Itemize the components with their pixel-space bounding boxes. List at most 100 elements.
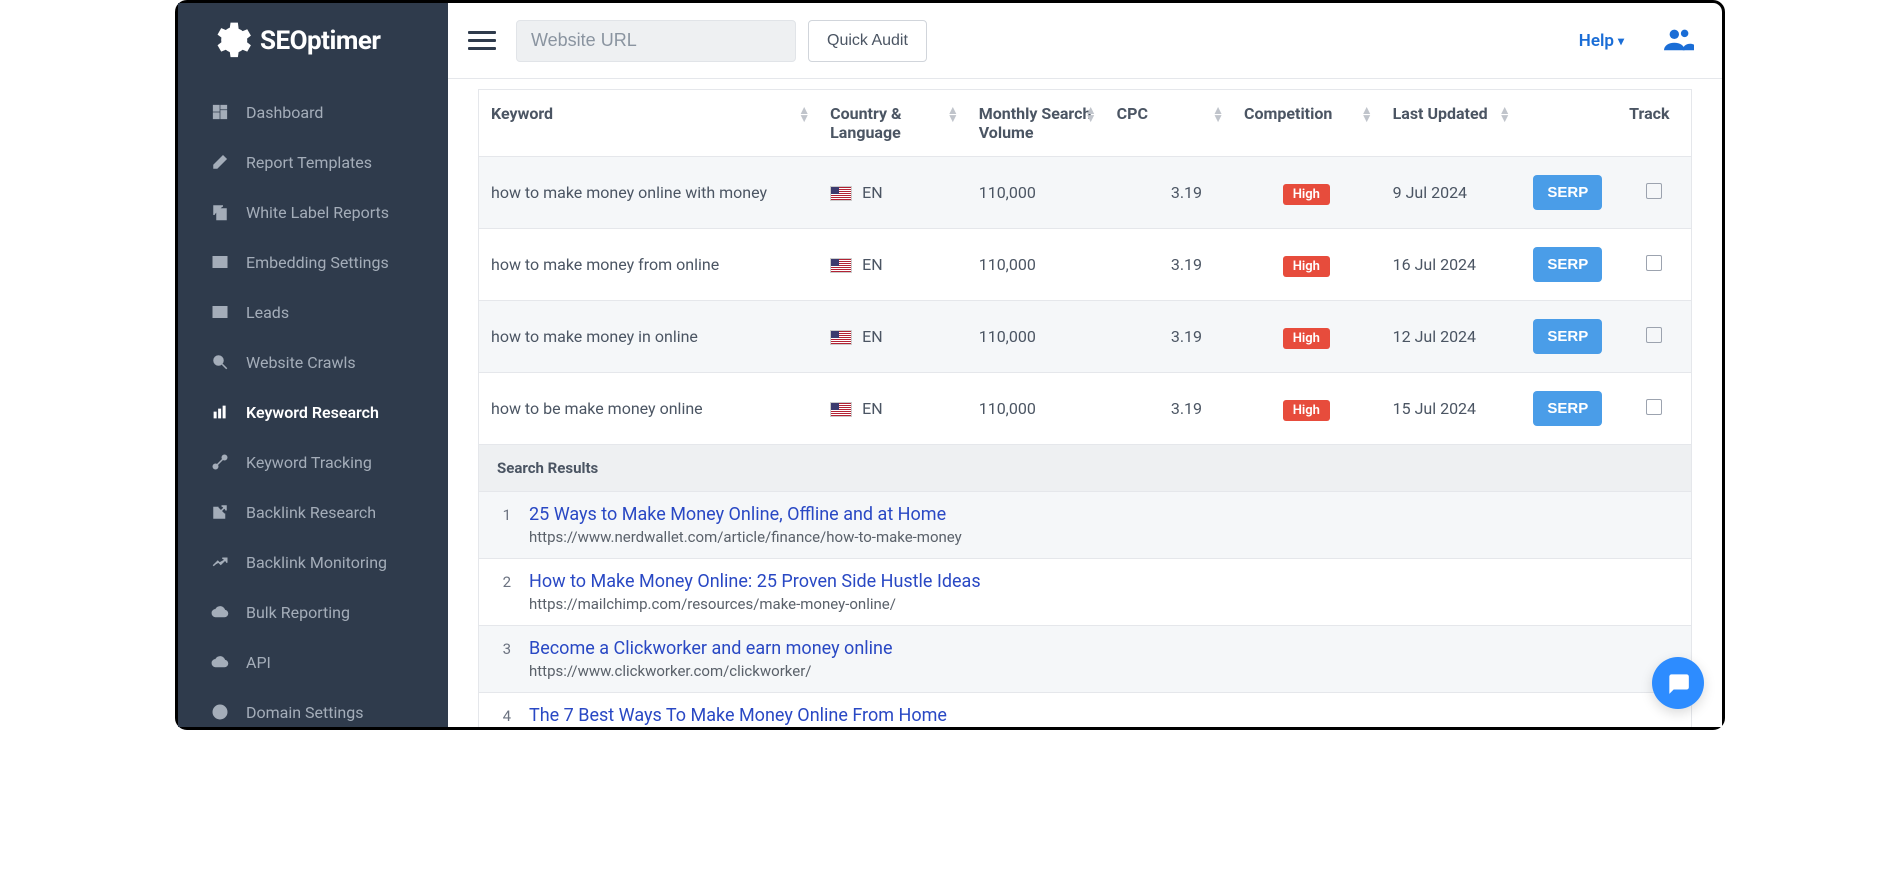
sidebar-item-backlink-monitoring[interactable]: Backlink Monitoring [178, 537, 448, 587]
serp-button[interactable]: SERP [1533, 391, 1602, 426]
search-results-header: Search Results [479, 445, 1691, 491]
track-checkbox[interactable] [1646, 399, 1662, 415]
result-title[interactable]: 25 Ways to Make Money Online, Offline an… [529, 504, 1673, 525]
result-title[interactable]: How to Make Money Online: 25 Proven Side… [529, 571, 1673, 592]
sidebar-item-leads[interactable]: Leads [178, 287, 448, 337]
sort-icon: ▲▼ [1361, 106, 1373, 122]
track-checkbox[interactable] [1646, 183, 1662, 199]
edit-icon [210, 152, 230, 172]
table-row: how to make money in online EN110,0003.1… [479, 301, 1692, 373]
col-country-lang[interactable]: Country & Language▲▼ [818, 90, 967, 157]
website-url-input[interactable] [516, 20, 796, 62]
copy-icon [210, 202, 230, 222]
sidebar-item-label: API [246, 653, 271, 672]
help-dropdown[interactable]: Help [1579, 31, 1624, 51]
sidebar-item-backlink-research[interactable]: Backlink Research [178, 487, 448, 537]
competition-badge: High [1283, 400, 1330, 421]
cloud-icon [210, 602, 230, 622]
competition-badge: High [1283, 256, 1330, 277]
result-url: https://www.nerdwallet.com/article/finan… [529, 528, 1673, 546]
menu-toggle[interactable] [468, 27, 496, 55]
serp-button[interactable]: SERP [1533, 175, 1602, 210]
search-result-item: 2 How to Make Money Online: 25 Proven Sid… [479, 558, 1691, 625]
cell-country-lang: EN [818, 157, 967, 229]
result-number: 4 [497, 705, 511, 727]
cell-updated: 15 Jul 2024 [1381, 373, 1519, 445]
flag-us-icon [830, 258, 852, 273]
table-row: how to make money online with money EN11… [479, 157, 1692, 229]
sidebar-item-label: Backlink Research [246, 503, 376, 522]
serp-button[interactable]: SERP [1533, 247, 1602, 282]
col-volume[interactable]: Monthly Search Volume▲▼ [967, 90, 1105, 157]
globe-icon [210, 702, 230, 722]
cell-keyword: how to be make money online [479, 373, 819, 445]
search-result-item: 4 The 7 Best Ways To Make Money Online Fr… [479, 692, 1691, 727]
sidebar-item-label: Report Templates [246, 153, 372, 172]
sidebar-item-bulk-reporting[interactable]: Bulk Reporting [178, 587, 448, 637]
search-icon [210, 352, 230, 372]
result-url: https://mailchimp.com/resources/make-mon… [529, 595, 1673, 613]
result-title[interactable]: Become a Clickworker and earn money onli… [529, 638, 1673, 659]
cloud-down-icon [210, 652, 230, 672]
sidebar-item-keyword-research[interactable]: Keyword Research [178, 387, 448, 437]
serp-button[interactable]: SERP [1533, 319, 1602, 354]
sidebar-item-report-templates[interactable]: Report Templates [178, 137, 448, 187]
embed-icon [210, 252, 230, 272]
brand-text: SEOptimer [260, 26, 380, 56]
cell-updated: 12 Jul 2024 [1381, 301, 1519, 373]
track-checkbox[interactable] [1646, 327, 1662, 343]
sort-icon: ▲▼ [1212, 106, 1224, 122]
flag-us-icon [830, 186, 852, 201]
result-number: 2 [497, 571, 511, 613]
sidebar-item-dashboard[interactable]: Dashboard [178, 87, 448, 137]
sidebar-item-label: Domain Settings [246, 703, 363, 722]
cell-competition: High [1232, 301, 1381, 373]
quick-audit-button[interactable]: Quick Audit [808, 20, 927, 62]
sidebar-item-embedding-settings[interactable]: Embedding Settings [178, 237, 448, 287]
sidebar-item-label: White Label Reports [246, 203, 389, 222]
sidebar-item-white-label-reports[interactable]: White Label Reports [178, 187, 448, 237]
sidebar-item-label: Leads [246, 303, 289, 322]
sidebar-item-label: Dashboard [246, 103, 323, 122]
users-icon[interactable] [1664, 26, 1694, 56]
dashboard-icon [210, 102, 230, 122]
track-checkbox[interactable] [1646, 255, 1662, 271]
sort-icon: ▲▼ [947, 106, 959, 122]
topbar: Quick Audit Help [448, 3, 1722, 79]
cell-volume: 110,000 [967, 229, 1105, 301]
table-row: how to make money from online EN110,0003… [479, 229, 1692, 301]
col-competition[interactable]: Competition▲▼ [1232, 90, 1381, 157]
keyword-table: Keyword▲▼ Country & Language▲▼ Monthly S… [478, 89, 1692, 445]
sidebar-item-label: Embedding Settings [246, 253, 389, 272]
result-title[interactable]: The 7 Best Ways To Make Money Online Fro… [529, 705, 1673, 726]
flag-us-icon [830, 402, 852, 417]
sidebar-item-label: Keyword Tracking [246, 453, 372, 472]
chat-widget[interactable] [1652, 657, 1704, 709]
result-number: 3 [497, 638, 511, 680]
sidebar-item-keyword-tracking[interactable]: Keyword Tracking [178, 437, 448, 487]
cell-keyword: how to make money from online [479, 229, 819, 301]
sidebar-item-website-crawls[interactable]: Website Crawls [178, 337, 448, 387]
cell-keyword: how to make money in online [479, 301, 819, 373]
external-icon [210, 502, 230, 522]
sidebar-item-domain-settings[interactable]: Domain Settings [178, 687, 448, 727]
link-diag-icon [210, 452, 230, 472]
sort-icon: ▲▼ [1085, 106, 1097, 122]
table-row: how to be make money online EN110,0003.1… [479, 373, 1692, 445]
cell-updated: 16 Jul 2024 [1381, 229, 1519, 301]
search-result-item: 125 Ways to Make Money Online, Offline a… [479, 491, 1691, 558]
cell-keyword: how to make money online with money [479, 157, 819, 229]
brand-logo[interactable]: SEOptimer [178, 3, 448, 87]
sidebar-item-label: Website Crawls [246, 353, 356, 372]
mail-icon [210, 302, 230, 322]
col-keyword[interactable]: Keyword▲▼ [479, 90, 819, 157]
competition-badge: High [1283, 328, 1330, 349]
cell-country-lang: EN [818, 301, 967, 373]
result-url: https://www.clickworker.com/clickworker/ [529, 662, 1673, 680]
sidebar-item-api[interactable]: API [178, 637, 448, 687]
col-cpc[interactable]: CPC▲▼ [1105, 90, 1232, 157]
col-track: Track [1617, 90, 1691, 157]
sort-icon: ▲▼ [798, 106, 810, 122]
sidebar: SEOptimer Dashboard Report Templates White… [178, 3, 448, 727]
col-updated[interactable]: Last Updated▲▼ [1381, 90, 1519, 157]
